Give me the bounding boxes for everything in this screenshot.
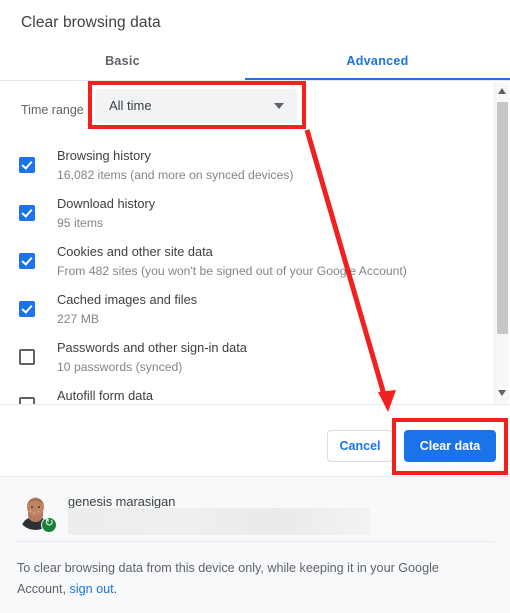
option-subtitle: From 482 sites (you won't be signed out … <box>57 264 407 278</box>
option-row-download-history[interactable]: Download history 95 items <box>0 194 480 244</box>
account-footer-panel: genesis marasigan To clear browsing data… <box>0 476 510 613</box>
dialog-title: Clear browsing data <box>21 14 161 31</box>
time-range-selected-value: All time <box>109 98 152 113</box>
account-name: genesis marasigan <box>68 494 176 509</box>
option-subtitle: 227 MB <box>57 312 100 326</box>
option-subtitle: 95 items <box>57 216 104 230</box>
checkbox-cached-images-and-files[interactable] <box>19 301 35 317</box>
option-row-passwords-and-signin-data[interactable]: Passwords and other sign-in data 10 pass… <box>0 338 480 388</box>
cancel-button[interactable]: Cancel <box>327 430 393 462</box>
time-range-label: Time range <box>21 103 84 117</box>
option-title: Browsing history <box>57 148 151 163</box>
option-title: Passwords and other sign-in data <box>57 340 247 355</box>
option-row-cached-images-and-files[interactable]: Cached images and files 227 MB <box>0 290 480 340</box>
option-title: Cached images and files <box>57 292 198 307</box>
option-row-autofill-form-data[interactable]: Autofill form data <box>0 386 480 404</box>
scroll-up-arrow-icon[interactable] <box>498 88 506 94</box>
option-title: Cookies and other site data <box>57 244 213 259</box>
checkbox-browsing-history[interactable] <box>19 157 35 173</box>
option-row-browsing-history[interactable]: Browsing history 16,082 items (and more … <box>0 146 480 196</box>
scroll-down-arrow-icon[interactable] <box>498 390 506 396</box>
clear-browsing-data-dialog: Clear browsing data Basic Advanced Time … <box>0 0 510 613</box>
option-subtitle: 16,082 items (and more on synced devices… <box>57 168 294 182</box>
account-email-redacted <box>68 508 370 535</box>
tab-bottom-divider <box>0 80 510 81</box>
options-scrollbar[interactable] <box>494 82 509 404</box>
clear-data-button[interactable]: Clear data <box>404 430 496 462</box>
chevron-down-icon <box>274 103 284 109</box>
options-scroll-region[interactable]: Browsing history 16,082 items (and more … <box>0 134 510 404</box>
option-title: Autofill form data <box>57 388 154 403</box>
footer-note: To clear browsing data from this device … <box>17 558 477 600</box>
option-row-cookies-and-site-data[interactable]: Cookies and other site data From 482 sit… <box>0 242 480 292</box>
footer-note-text-after: . <box>113 582 118 596</box>
checkbox-autofill-form-data[interactable] <box>19 397 35 404</box>
tab-bar: Basic Advanced <box>0 45 510 81</box>
tab-advanced[interactable]: Advanced <box>245 45 510 80</box>
checkbox-passwords-and-signin-data[interactable] <box>19 349 35 365</box>
scrollbar-thumb[interactable] <box>497 102 508 334</box>
button-bar-divider <box>0 404 510 405</box>
time-range-dropdown[interactable]: All time <box>95 89 297 123</box>
sign-out-link[interactable]: sign out <box>70 582 114 596</box>
sync-icon <box>41 516 57 533</box>
checkbox-cookies-and-site-data[interactable] <box>19 253 35 269</box>
footer-divider <box>16 541 494 542</box>
option-title: Download history <box>57 196 156 211</box>
tab-basic[interactable]: Basic <box>0 45 245 80</box>
option-subtitle: 10 passwords (synced) <box>57 360 183 374</box>
checkbox-download-history[interactable] <box>19 205 35 221</box>
